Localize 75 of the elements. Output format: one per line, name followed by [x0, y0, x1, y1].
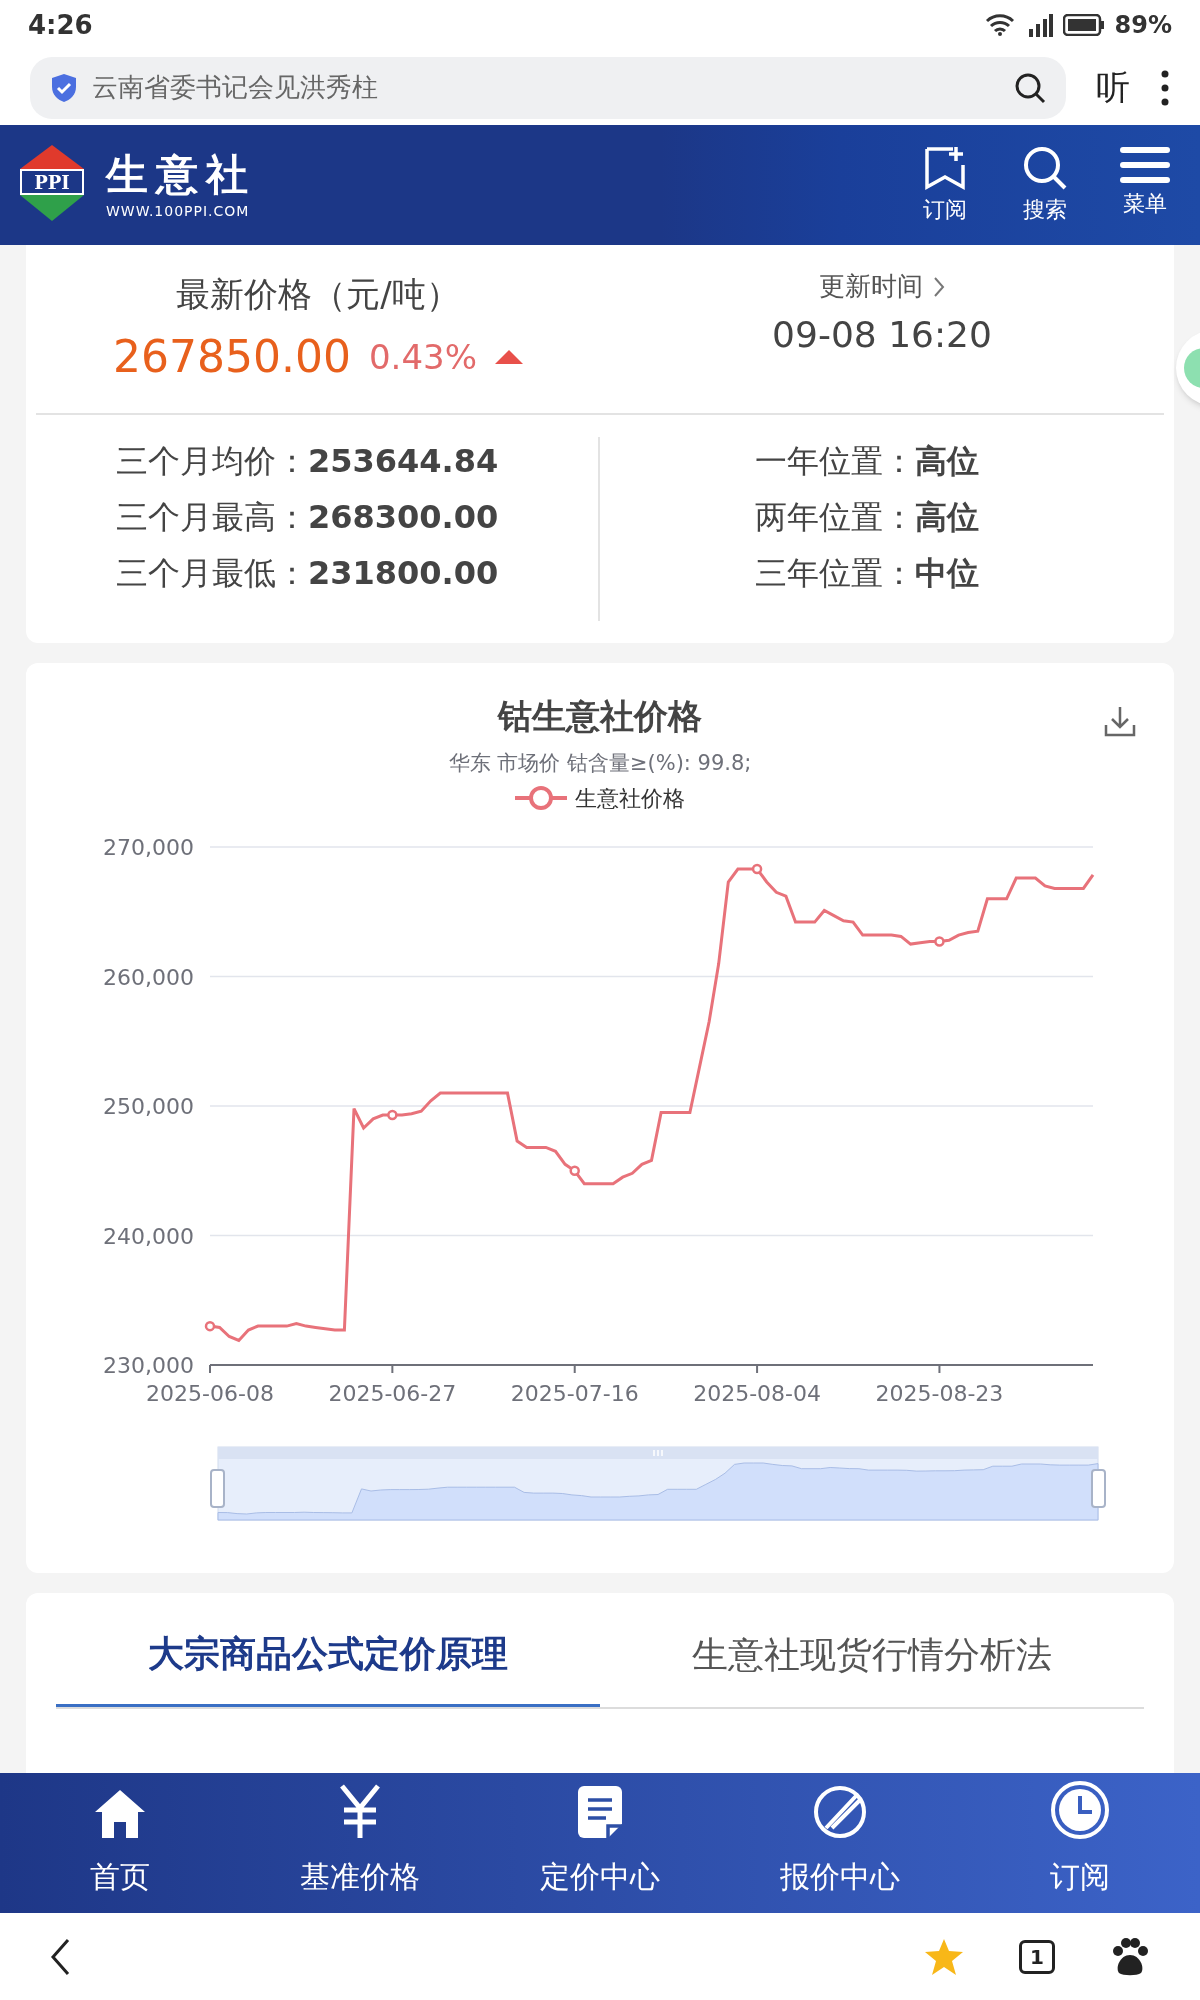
site-url: WWW.100PPI.COM	[106, 201, 251, 221]
slashed-circle-icon	[812, 1784, 868, 1840]
address-text: 云南省委书记会见洪秀柱	[92, 71, 379, 104]
x-tick-label: 2025-07-16	[510, 1380, 639, 1406]
y-tick-label: 240,000	[103, 1223, 194, 1248]
status-time: 4:26	[28, 8, 93, 42]
star-icon[interactable]	[924, 1937, 964, 1976]
nav-item[interactable]: 订阅	[960, 1773, 1200, 1913]
data-point	[204, 1320, 216, 1331]
shield-icon	[50, 72, 78, 103]
nav-item[interactable]: 基准价格	[240, 1773, 480, 1913]
nav-item[interactable]: 报价中心	[720, 1773, 960, 1913]
listen-button[interactable]: 听	[1096, 62, 1130, 113]
update-time: 09-08 16:20	[772, 313, 992, 357]
y-tick-label: 230,000	[103, 1352, 194, 1378]
price-change: 0.43%	[368, 335, 477, 379]
stat-label: 三个月最高：	[116, 497, 308, 538]
stat-label: 两年位置：	[755, 497, 915, 538]
address-bar[interactable]: 云南省委书记会见洪秀柱	[30, 56, 1066, 119]
tab[interactable]: 大宗商品公式定价原理	[56, 1593, 600, 1707]
stat-value: 中位	[915, 553, 979, 594]
nav-item[interactable]: 首页	[0, 1773, 240, 1913]
data-point	[751, 863, 763, 874]
chevron-right-icon[interactable]	[933, 275, 945, 298]
home-icon	[93, 1788, 147, 1840]
stat-value: 高位	[915, 441, 979, 482]
document-icon	[576, 1784, 624, 1840]
y-tick-label: 260,000	[103, 964, 194, 989]
x-tick-label: 2025-06-08	[146, 1380, 274, 1406]
battery-percent: 89%	[1114, 10, 1172, 41]
yen-icon	[338, 1784, 382, 1840]
more-icon[interactable]	[1160, 69, 1170, 106]
data-point	[569, 1165, 580, 1176]
chart-subtitle: 华东 市场价 钴含量≥(%): 99.8;	[448, 750, 752, 777]
stat-value: 253644.84	[308, 441, 499, 482]
tab[interactable]: 生意社现货行情分析法	[600, 1593, 1144, 1707]
back-icon[interactable]	[50, 1937, 70, 1976]
stat-label: 三个月均价：	[116, 441, 308, 482]
stat-value: 高位	[915, 497, 979, 538]
latest-price: 267850.00	[113, 330, 351, 384]
battery-icon	[1062, 14, 1105, 36]
x-tick-label: 2025-08-23	[875, 1380, 1004, 1406]
stat-value: 231800.00	[308, 553, 499, 594]
search-icon[interactable]	[1014, 71, 1046, 104]
stat-label: 一年位置：	[755, 441, 915, 482]
bookmark-plus-icon	[923, 144, 967, 191]
x-tick-label: 2025-08-04	[693, 1380, 821, 1406]
data-zoom-slider[interactable]	[217, 1446, 1099, 1520]
stat-value: 268300.00	[308, 497, 499, 538]
legend-label: 生意社价格	[575, 784, 685, 813]
tab-count-button[interactable]: 1	[1019, 1939, 1055, 1974]
header-action[interactable]: 搜索	[1010, 144, 1080, 226]
stat-label: 三年位置：	[755, 553, 915, 594]
slider-handle[interactable]	[210, 1468, 225, 1508]
header-action[interactable]: 订阅	[910, 144, 980, 226]
chart-title: 钴生意社价格	[498, 695, 702, 738]
site-name: 生意社	[106, 148, 256, 201]
nav-item[interactable]: 定价中心	[480, 1773, 720, 1913]
search-icon	[1022, 144, 1068, 191]
y-tick-label: 250,000	[103, 1093, 194, 1119]
data-point	[387, 1109, 398, 1120]
slider-handle[interactable]	[1091, 1468, 1106, 1508]
data-point	[934, 935, 945, 947]
y-tick-label: 270,000	[103, 834, 194, 860]
price-label: 最新价格（元/吨）	[176, 273, 460, 316]
menu-icon	[1120, 144, 1170, 185]
x-tick-label: 2025-06-27	[328, 1380, 457, 1406]
wifi-icon	[984, 13, 1015, 37]
update-label: 更新时间	[819, 270, 923, 303]
legend-icon	[515, 785, 567, 811]
download-icon[interactable]	[1104, 705, 1136, 737]
paw-icon[interactable]	[1110, 1937, 1150, 1976]
header-action[interactable]: 菜单	[1110, 144, 1180, 226]
stat-label: 三个月最低：	[116, 553, 308, 594]
clock-icon	[1050, 1780, 1110, 1840]
